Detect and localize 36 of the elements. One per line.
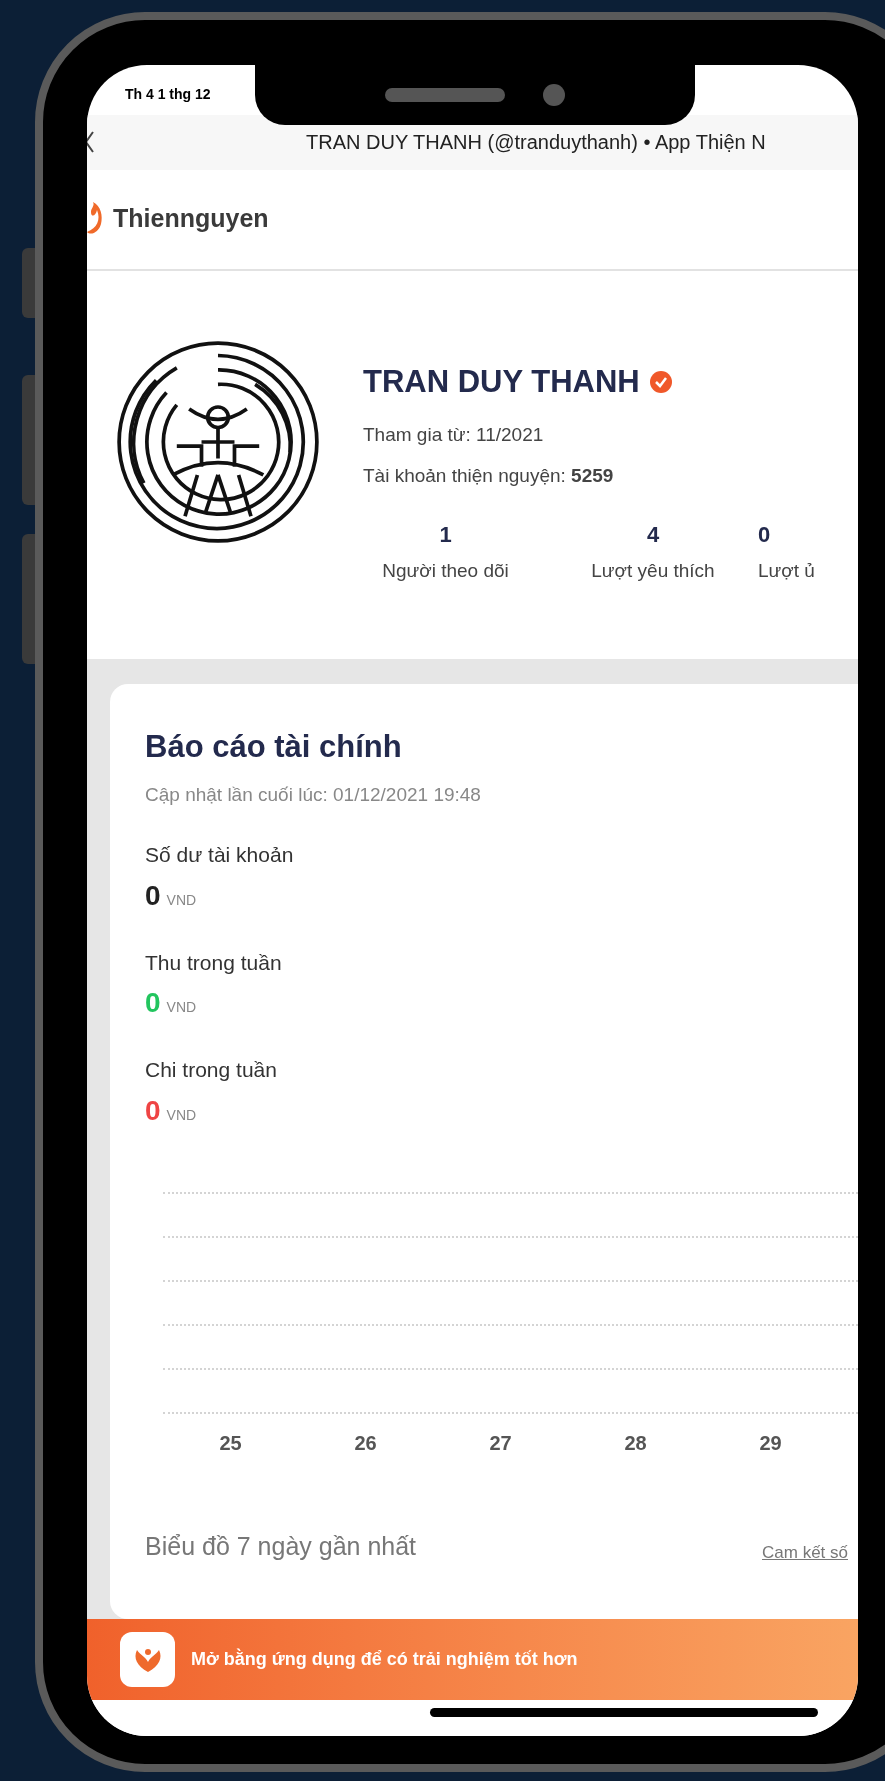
- finance-amount: 0: [145, 878, 161, 913]
- brand-name[interactable]: Thiennguyen: [113, 200, 269, 238]
- banner-text: Mở bằng ứng dụng để có trải nghiệm tốt hơn: [191, 1647, 578, 1672]
- last-updated: Cập nhật lần cuối lúc: 01/12/2021 19:48: [145, 782, 482, 807]
- app-logo-icon: [120, 1632, 175, 1688]
- chart-caption: Biểu đồ 7 ngày gần nhất: [145, 1530, 417, 1562]
- profile-name: TRAN DUY THANH: [363, 362, 640, 401]
- stat-value: 0: [758, 521, 771, 550]
- stat-label: Lượt yêu thích: [591, 559, 715, 584]
- camera-icon: [543, 84, 565, 106]
- currency-label: VND: [166, 998, 197, 1018]
- account-number: Tài khoản thiện nguyện: 5259: [363, 463, 615, 488]
- open-app-banner[interactable]: Mở bằng ứng dụng để có trải nghiệm tốt hơn: [87, 1619, 858, 1701]
- finance-title: Báo cáo tài chính: [145, 728, 403, 767]
- joined-date: Tham gia từ: 11/2021: [363, 423, 545, 448]
- stat-label: Lượt ủ: [758, 559, 815, 584]
- nav-title: TRAN DUY THANH (@tranduythanh) • App Thiện N: [306, 130, 766, 156]
- finance-label: Số dư tài khoản: [145, 842, 295, 869]
- currency-label: VND: [166, 890, 197, 910]
- finance-amount: 0: [145, 986, 161, 1021]
- finance-label: Thu trong tuần: [145, 949, 283, 976]
- commitment-link[interactable]: Cam kết số: [762, 1539, 848, 1566]
- speaker-icon: [385, 88, 505, 102]
- chart-x-label: 29: [758, 1430, 783, 1456]
- finance-amount: 0: [145, 1093, 161, 1128]
- stat-label: Người theo dõi: [382, 559, 509, 584]
- chart-x-label: 25: [218, 1430, 243, 1456]
- back-chevron-icon[interactable]: [87, 130, 95, 155]
- finance-label: Chi trong tuần: [145, 1057, 278, 1084]
- chart-x-label: 28: [623, 1430, 648, 1456]
- stat-value: 1: [439, 521, 452, 550]
- chart-x-label: 27: [488, 1430, 513, 1456]
- chart-x-label: 26: [353, 1430, 378, 1456]
- currency-label: VND: [166, 1105, 197, 1125]
- stat-value: 4: [646, 521, 660, 550]
- status-date: Th 4 1 thg 12: [125, 85, 211, 105]
